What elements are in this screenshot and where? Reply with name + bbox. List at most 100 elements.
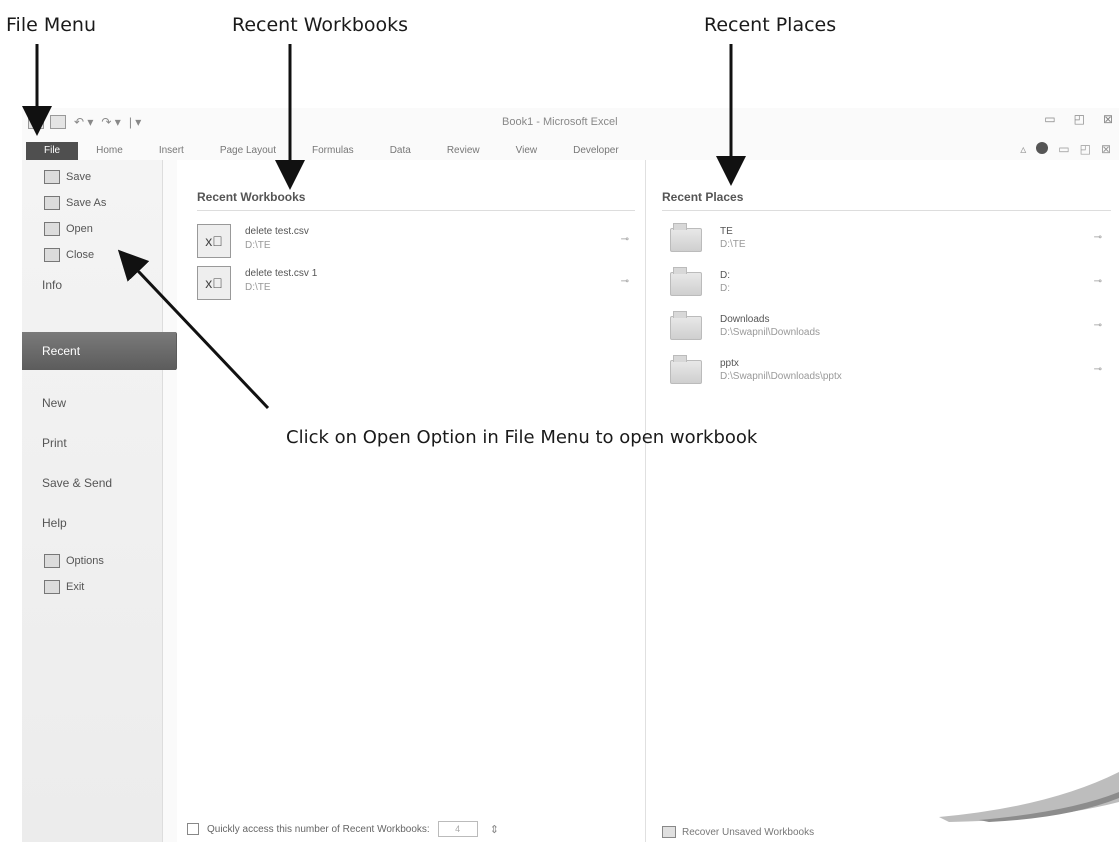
recent-workbooks-annotation: Recent Workbooks [232, 14, 409, 36]
menu-close[interactable]: Close [22, 248, 162, 262]
workbook-path: D:\TE [245, 240, 271, 251]
workbook-restore-icon[interactable]: ◰ [1080, 142, 1091, 156]
recent-place-item[interactable]: Downloads D:\Swapnil\Downloads ⊸ [670, 310, 1110, 350]
tab-view[interactable]: View [498, 142, 556, 160]
workbook-name: delete test.csv 1 [245, 268, 318, 279]
place-path: D:\Swapnil\Downloads [720, 327, 821, 338]
menu-new[interactable]: New [22, 396, 182, 410]
recover-icon [662, 826, 676, 838]
menu-open-label: Open [66, 223, 93, 235]
place-name: Downloads [720, 314, 770, 325]
tab-insert[interactable]: Insert [141, 142, 202, 160]
ribbon-tabs: File Home Insert Page Layout Formulas Da… [22, 138, 1119, 160]
menu-save-label: Save [66, 171, 92, 183]
menu-options-label: Options [66, 555, 104, 567]
quick-access-bar: Quickly access this number of Recent Wor… [177, 816, 645, 842]
save-icon[interactable] [50, 115, 66, 129]
menu-save[interactable]: Save [22, 170, 162, 184]
customize-qat-icon[interactable]: | ▾ [129, 115, 141, 129]
divider [662, 210, 1111, 211]
ribbon-right-controls: ▵ ▭ ◰ ⊠ [1020, 142, 1111, 156]
divider [197, 210, 635, 211]
folder-icon [670, 355, 702, 384]
recover-label: Recover Unsaved Workbooks [682, 826, 815, 838]
recent-places-heading: Recent Places [662, 190, 744, 204]
tab-formulas[interactable]: Formulas [294, 142, 372, 160]
place-path: D: [720, 283, 730, 294]
window-title: Book1 - Microsoft Excel [502, 116, 618, 128]
place-name: D: [720, 270, 730, 281]
pin-icon[interactable]: ⊸ [1094, 276, 1102, 287]
recent-place-item[interactable]: D: D: ⊸ [670, 266, 1110, 306]
excel-logo-icon [28, 115, 44, 129]
close-window-icon[interactable]: ⊠ [1103, 112, 1113, 126]
excel-window: ↶ ▾ ↷ ▾ | ▾ Book1 - Microsoft Excel ▭ ◰ … [22, 108, 1119, 842]
pin-icon[interactable]: ⊸ [621, 276, 629, 287]
workbook-close-icon[interactable]: ⊠ [1101, 142, 1111, 156]
menu-recent[interactable]: Recent [22, 332, 188, 370]
menu-close-label: Close [66, 249, 95, 261]
place-name: pptx [720, 358, 739, 369]
folder-icon [670, 311, 702, 340]
quick-access-checkbox[interactable] [187, 823, 199, 835]
tab-review[interactable]: Review [429, 142, 498, 160]
workbook-name: delete test.csv [245, 226, 309, 237]
menu-help[interactable]: Help [22, 516, 182, 530]
menu-print[interactable]: Print [22, 436, 182, 450]
recent-places-panel: Recent Places TE D:\TE ⊸ D: D: ⊸ Downloa… [646, 160, 1119, 842]
menu-info[interactable]: Info [22, 278, 182, 292]
undo-icon[interactable]: ↶ ▾ [74, 115, 93, 129]
tab-developer[interactable]: Developer [555, 142, 637, 160]
window-controls: ▭ ◰ ⊠ [1044, 112, 1113, 126]
recent-workbooks-heading: Recent Workbooks [197, 190, 306, 204]
folder-icon [670, 223, 702, 252]
quick-access-label: Quickly access this number of Recent Wor… [207, 823, 430, 835]
menu-save-as-label: Save As [66, 197, 107, 209]
folder-icon [670, 267, 702, 296]
tab-home[interactable]: Home [78, 142, 141, 160]
recent-workbook-item[interactable]: x⃞ delete test.csv 1 D:\TE ⊸ [197, 266, 637, 302]
pin-icon[interactable]: ⊸ [1094, 364, 1102, 375]
place-path: D:\TE [720, 239, 746, 250]
workbook-path: D:\TE [245, 282, 271, 293]
file-menu-annotation: File Menu [6, 14, 96, 36]
tab-file[interactable]: File [26, 142, 79, 160]
exit-icon [44, 580, 60, 594]
excel-file-icon: x⃞ [197, 266, 231, 300]
spinner-arrows-icon[interactable]: ⇕ [490, 823, 499, 836]
menu-exit-label: Exit [66, 581, 85, 593]
menu-save-as[interactable]: Save As [22, 196, 162, 210]
menu-exit[interactable]: Exit [22, 580, 162, 594]
recover-unsaved-workbooks[interactable]: Recover Unsaved Workbooks [662, 826, 814, 838]
menu-open[interactable]: Open [22, 222, 162, 236]
menu-options[interactable]: Options [22, 554, 162, 568]
workbook-minimize-icon[interactable]: ▭ [1058, 142, 1069, 156]
help-icon[interactable] [1036, 142, 1049, 154]
minimize-icon[interactable]: ▭ [1044, 112, 1055, 126]
options-icon [44, 554, 60, 568]
tab-page-layout[interactable]: Page Layout [202, 142, 294, 160]
recent-place-item[interactable]: pptx D:\Swapnil\Downloads\pptx ⊸ [670, 354, 1110, 394]
place-path: D:\Swapnil\Downloads\pptx [720, 371, 842, 382]
pin-icon[interactable]: ⊸ [1094, 320, 1102, 331]
recent-workbook-item[interactable]: x⃞ delete test.csv D:\TE ⊸ [197, 224, 637, 260]
close-icon [44, 248, 60, 262]
pin-icon[interactable]: ⊸ [621, 234, 629, 245]
save-as-icon [44, 196, 60, 210]
restore-icon[interactable]: ◰ [1074, 112, 1085, 126]
excel-file-icon: x⃞ [197, 224, 231, 258]
menu-save-send[interactable]: Save & Send [22, 476, 182, 490]
save-icon [44, 170, 60, 184]
quick-access-count-input[interactable]: 4 [437, 821, 478, 837]
open-icon [44, 222, 60, 236]
place-name: TE [720, 226, 733, 237]
redo-icon[interactable]: ↷ ▾ [101, 115, 120, 129]
tab-data[interactable]: Data [372, 142, 429, 160]
minimize-ribbon-icon[interactable]: ▵ [1020, 142, 1026, 156]
recent-places-annotation: Recent Places [704, 14, 837, 36]
pin-icon[interactable]: ⊸ [1094, 232, 1102, 243]
file-menu: Save Save As Open Close Info Recent New … [22, 160, 188, 842]
recent-workbooks-panel: Recent Workbooks x⃞ delete test.csv D:\T… [177, 160, 646, 842]
background-swoosh [939, 772, 1119, 822]
recent-place-item[interactable]: TE D:\TE ⊸ [670, 222, 1110, 262]
